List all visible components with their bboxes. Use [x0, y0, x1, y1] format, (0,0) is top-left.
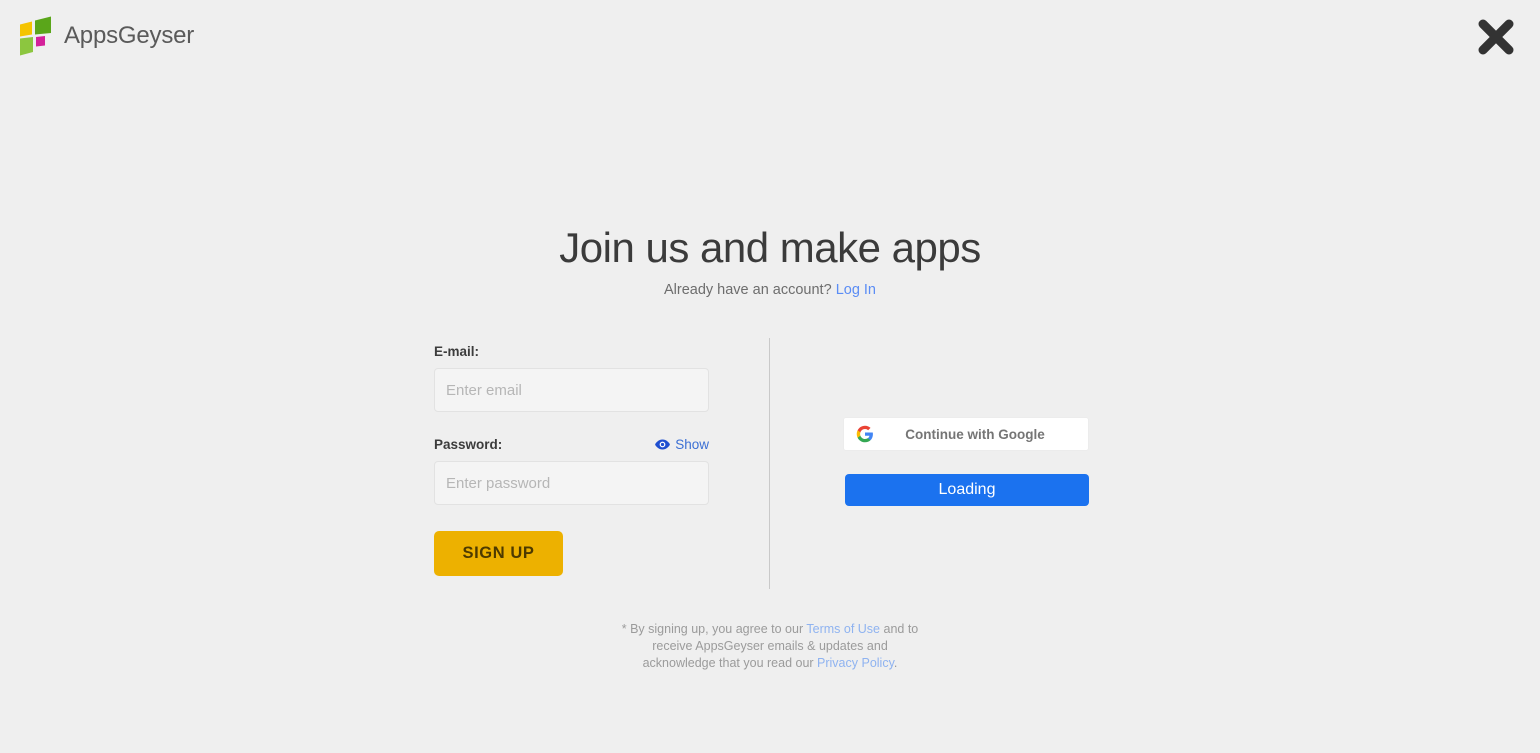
login-prompt: Already have an account? Log In [0, 282, 1540, 298]
terms-footer: * By signing up, you agree to our Terms … [0, 621, 1540, 672]
login-prompt-text: Already have an account? [663, 282, 832, 298]
brand-name: AppsGeyser [64, 22, 195, 49]
password-field-block: Password: Show [434, 437, 709, 505]
close-button[interactable] [1472, 13, 1520, 61]
google-g-icon [856, 425, 873, 443]
show-password-label: Show [675, 437, 709, 452]
sign-up-button[interactable]: SIGN UP [434, 531, 563, 576]
appsgeyser-logo-icon [20, 16, 51, 56]
close-x-icon [1478, 19, 1514, 55]
signup-form: E-mail: Password: Show [434, 344, 709, 576]
signup-modal-page: AppsGeyser Join us and make apps Already… [0, 0, 1540, 753]
eye-icon [655, 439, 671, 450]
brand[interactable]: AppsGeyser [18, 16, 194, 56]
email-input[interactable] [434, 368, 709, 412]
password-label: Password: [434, 437, 503, 452]
email-label: E-mail: [434, 344, 480, 359]
password-label-row: Password: Show [434, 437, 709, 452]
terms-of-use-link[interactable]: Terms of Use [806, 622, 880, 636]
log-in-link[interactable]: Log In [836, 282, 876, 298]
social-login-column: Continue with Google Loading [843, 417, 1089, 506]
show-password-toggle[interactable]: Show [655, 437, 709, 452]
privacy-policy-link[interactable]: Privacy Policy [817, 656, 894, 670]
page-title: Join us and make apps [559, 224, 981, 271]
email-field-block: E-mail: [434, 344, 709, 412]
page-header: AppsGeyser [0, 0, 1540, 74]
loading-button[interactable]: Loading [845, 474, 1089, 506]
continue-with-google-button[interactable]: Continue with Google [843, 417, 1089, 451]
password-input[interactable] [434, 461, 709, 505]
vertical-divider [769, 338, 770, 589]
terms-part-1: * By signing up, you agree to our [621, 622, 807, 636]
terms-text: * By signing up, you agree to our Terms … [620, 621, 920, 672]
google-button-label: Continue with Google [905, 426, 1045, 442]
terms-part-3: . [893, 656, 898, 670]
